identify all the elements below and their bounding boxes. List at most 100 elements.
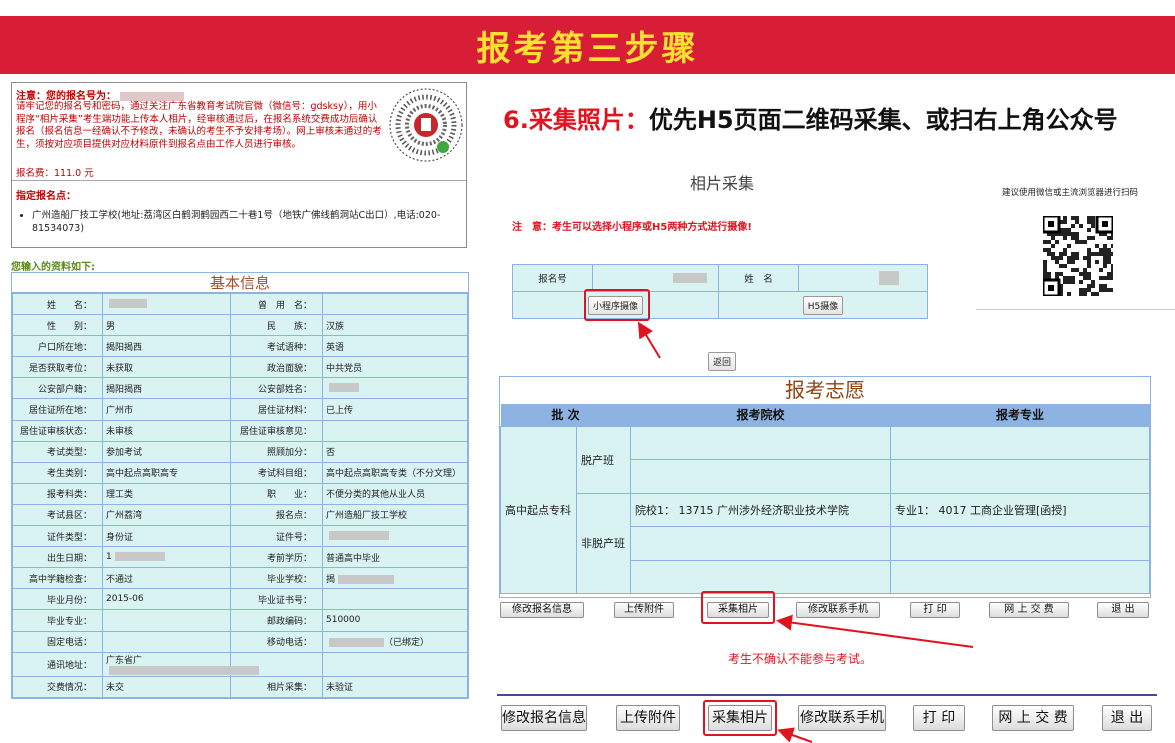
masked-name (879, 271, 899, 285)
field-label: 姓 名： (12, 292, 103, 316)
field-value: 普通高中毕业 (322, 546, 468, 569)
field-value (322, 525, 468, 548)
basic-row: 考试类型： 参加考试 照顾加分：否 (12, 440, 468, 463)
field-label: 是否获取考位： (12, 356, 103, 379)
field-value: 参加考试 (102, 440, 231, 463)
print-button-large[interactable]: 打 印 (913, 705, 965, 731)
masked-value (109, 665, 259, 675)
basic-row: 居住证所在地： 广州市 居住证材料： 已上传 (12, 398, 468, 421)
basic-row: 交费情况： 未交 相片采集： 未验证 (12, 675, 468, 698)
type-parttime: 非脱产班 (576, 492, 631, 594)
modify-phone-button-large[interactable]: 修改联系手机 (798, 705, 886, 731)
highlight-photo-large (703, 700, 777, 736)
field-label: 报名点： (230, 503, 323, 527)
basic-row: 是否获取考位： 未获取 政治面貌： 中共党员 (12, 356, 468, 379)
field-label: 公安部姓名： (230, 377, 323, 400)
field-value: 英语 (322, 335, 468, 358)
field-label: 性 别： (12, 314, 103, 337)
modify-phone-button[interactable]: 修改联系手机 (796, 602, 880, 618)
basic-row: 性 别：男民 族： 汉族 (12, 314, 468, 337)
field-value: 揭 (322, 567, 468, 590)
field-value: 不通过 (102, 567, 231, 590)
field-label: 居住证审核意见： (230, 419, 323, 442)
basic-info-table: 基本信息 姓 名：曾 用 名：性 别：男民 族： 汉族 户口所在地： 揭阳揭西 考试语种… (11, 272, 469, 699)
basic-row: 户口所在地： 揭阳揭西 考试语种： 英语 (12, 335, 468, 358)
modify-info-button[interactable]: 修改报名信息 (500, 602, 584, 618)
step-heading: 6.采集照片：优先H5页面二维码采集、或扫右上角公众号 (503, 106, 1118, 134)
masked-value (329, 383, 359, 393)
notice-text: 请牢记您的报名号和密码，通过关注广东省教育考试院官微（微信号：gdsksy），用… (16, 101, 382, 150)
highlight-photo-small (701, 591, 775, 624)
basic-row: 考生类别： 高中起点高职高专 考试科目组： 高中起点高职高专类（不分文理） (12, 461, 468, 484)
highlight-mini-program (584, 289, 650, 321)
exit-button[interactable]: 退 出 (1097, 602, 1149, 618)
exit-button-large[interactable]: 退 出 (1102, 705, 1152, 731)
field-label: 通讯地址： (12, 651, 103, 677)
arrow-photo-small (776, 614, 974, 648)
print-button[interactable]: 打 印 (910, 602, 960, 618)
name-label: 姓 名 (718, 264, 799, 292)
basic-row: 毕业专业： 邮政编码： 510000 (12, 609, 468, 632)
back-button[interactable]: 返回 (708, 352, 737, 371)
field-label: 照顾加分： (230, 440, 323, 463)
field-label: 户口所在地： (12, 335, 103, 358)
reg-number-line: 注意：您的报名号为： (16, 87, 184, 102)
basic-row: 通讯地址： 广东省广 (12, 651, 468, 677)
field-value: 未获取 (102, 356, 231, 379)
field-value: 中共党员 (322, 356, 468, 379)
field-label: 民 族： (230, 314, 323, 337)
field-value: 广东省广 (102, 651, 259, 677)
input-label: 您输入的资料如下: (11, 262, 95, 273)
field-label: 相片采集： (230, 675, 323, 698)
scan-recommendation: 建议使用微信或主流浏览器进行扫码 (1002, 188, 1139, 198)
field-value: 未交 (102, 675, 231, 698)
masked-value (329, 531, 389, 541)
field-value: 揭阳揭西 (102, 335, 231, 358)
field-value: 高中起点高职高专类（不分文理） (322, 461, 468, 484)
photo-table: 报名号 姓 名 小程序摄像 H5摄像 (512, 264, 928, 319)
field-value: 汉族 (322, 314, 468, 337)
field-value: 否 (322, 440, 468, 463)
field-value (322, 377, 468, 400)
registration-notice: 注意：您的报名号为： 请牢记您的报名号和密码，通过关注广东省教育考试院官微（微信… (11, 82, 467, 248)
pay-button[interactable]: 网 上 交 费 (989, 602, 1069, 618)
field-value: 广州造船厂技工学校 (322, 503, 468, 527)
photo-attention: 注 意：考生可以选择小程序或H5两种方式进行摄像! (512, 222, 752, 233)
field-label: 邮政编码： (230, 609, 323, 632)
field-value: 理工类 (102, 482, 231, 505)
field-label: 证件号： (230, 525, 323, 548)
masked-reg-number (120, 91, 184, 101)
banner: 报考第三步骤 (0, 16, 1175, 74)
field-label: 毕业月份： (12, 588, 103, 611)
fee-line: 报名费：111.0 元 (16, 168, 94, 179)
basic-info-title: 基本信息 (12, 273, 468, 293)
field-value: 男 (102, 314, 231, 337)
field-value: 高中起点高职高专 (102, 461, 231, 484)
basic-row: 高中学籍检查： 不通过 毕业学校：揭 (12, 567, 468, 590)
pay-button-large[interactable]: 网 上 交 费 (992, 705, 1074, 731)
major-cell: 专业1： 4017 工商企业管理[函授] (890, 492, 1150, 527)
field-value: 1 (102, 546, 231, 569)
separator (497, 694, 1157, 696)
field-value: 揭阳揭西 (102, 377, 231, 400)
basic-row: 报考科类： 理工类职 业： 不便分类的其他从业人员 (12, 482, 468, 505)
arrow-photo-large (777, 727, 813, 743)
field-value: （已绑定） (322, 630, 468, 653)
field-value (102, 630, 231, 653)
h5-capture-button[interactable]: H5摄像 (802, 295, 844, 315)
field-value: 已上传 (322, 398, 468, 421)
masked-value (338, 574, 395, 584)
modify-info-button-large[interactable]: 修改报名信息 (501, 705, 587, 731)
site-heading: 指定报名点： (16, 191, 76, 202)
upload-button-large[interactable]: 上传附件 (616, 705, 680, 731)
field-value: 不便分类的其他从业人员 (322, 482, 468, 505)
field-label: 毕业证书号： (230, 588, 323, 611)
upload-button[interactable]: 上传附件 (614, 602, 674, 618)
basic-row: 考试县区： 广州荔湾 报名点： 广州造船厂技工学校 (12, 503, 468, 527)
field-label: 公安部户籍： (12, 377, 103, 400)
field-label: 固定电话： (12, 630, 103, 653)
field-label: 考试科目组： (230, 461, 323, 484)
school-cell: 院校1： 13715 广州涉外经济职业技术学院 (630, 492, 891, 527)
field-label: 考试县区： (12, 503, 103, 527)
field-label: 毕业专业： (12, 609, 103, 632)
